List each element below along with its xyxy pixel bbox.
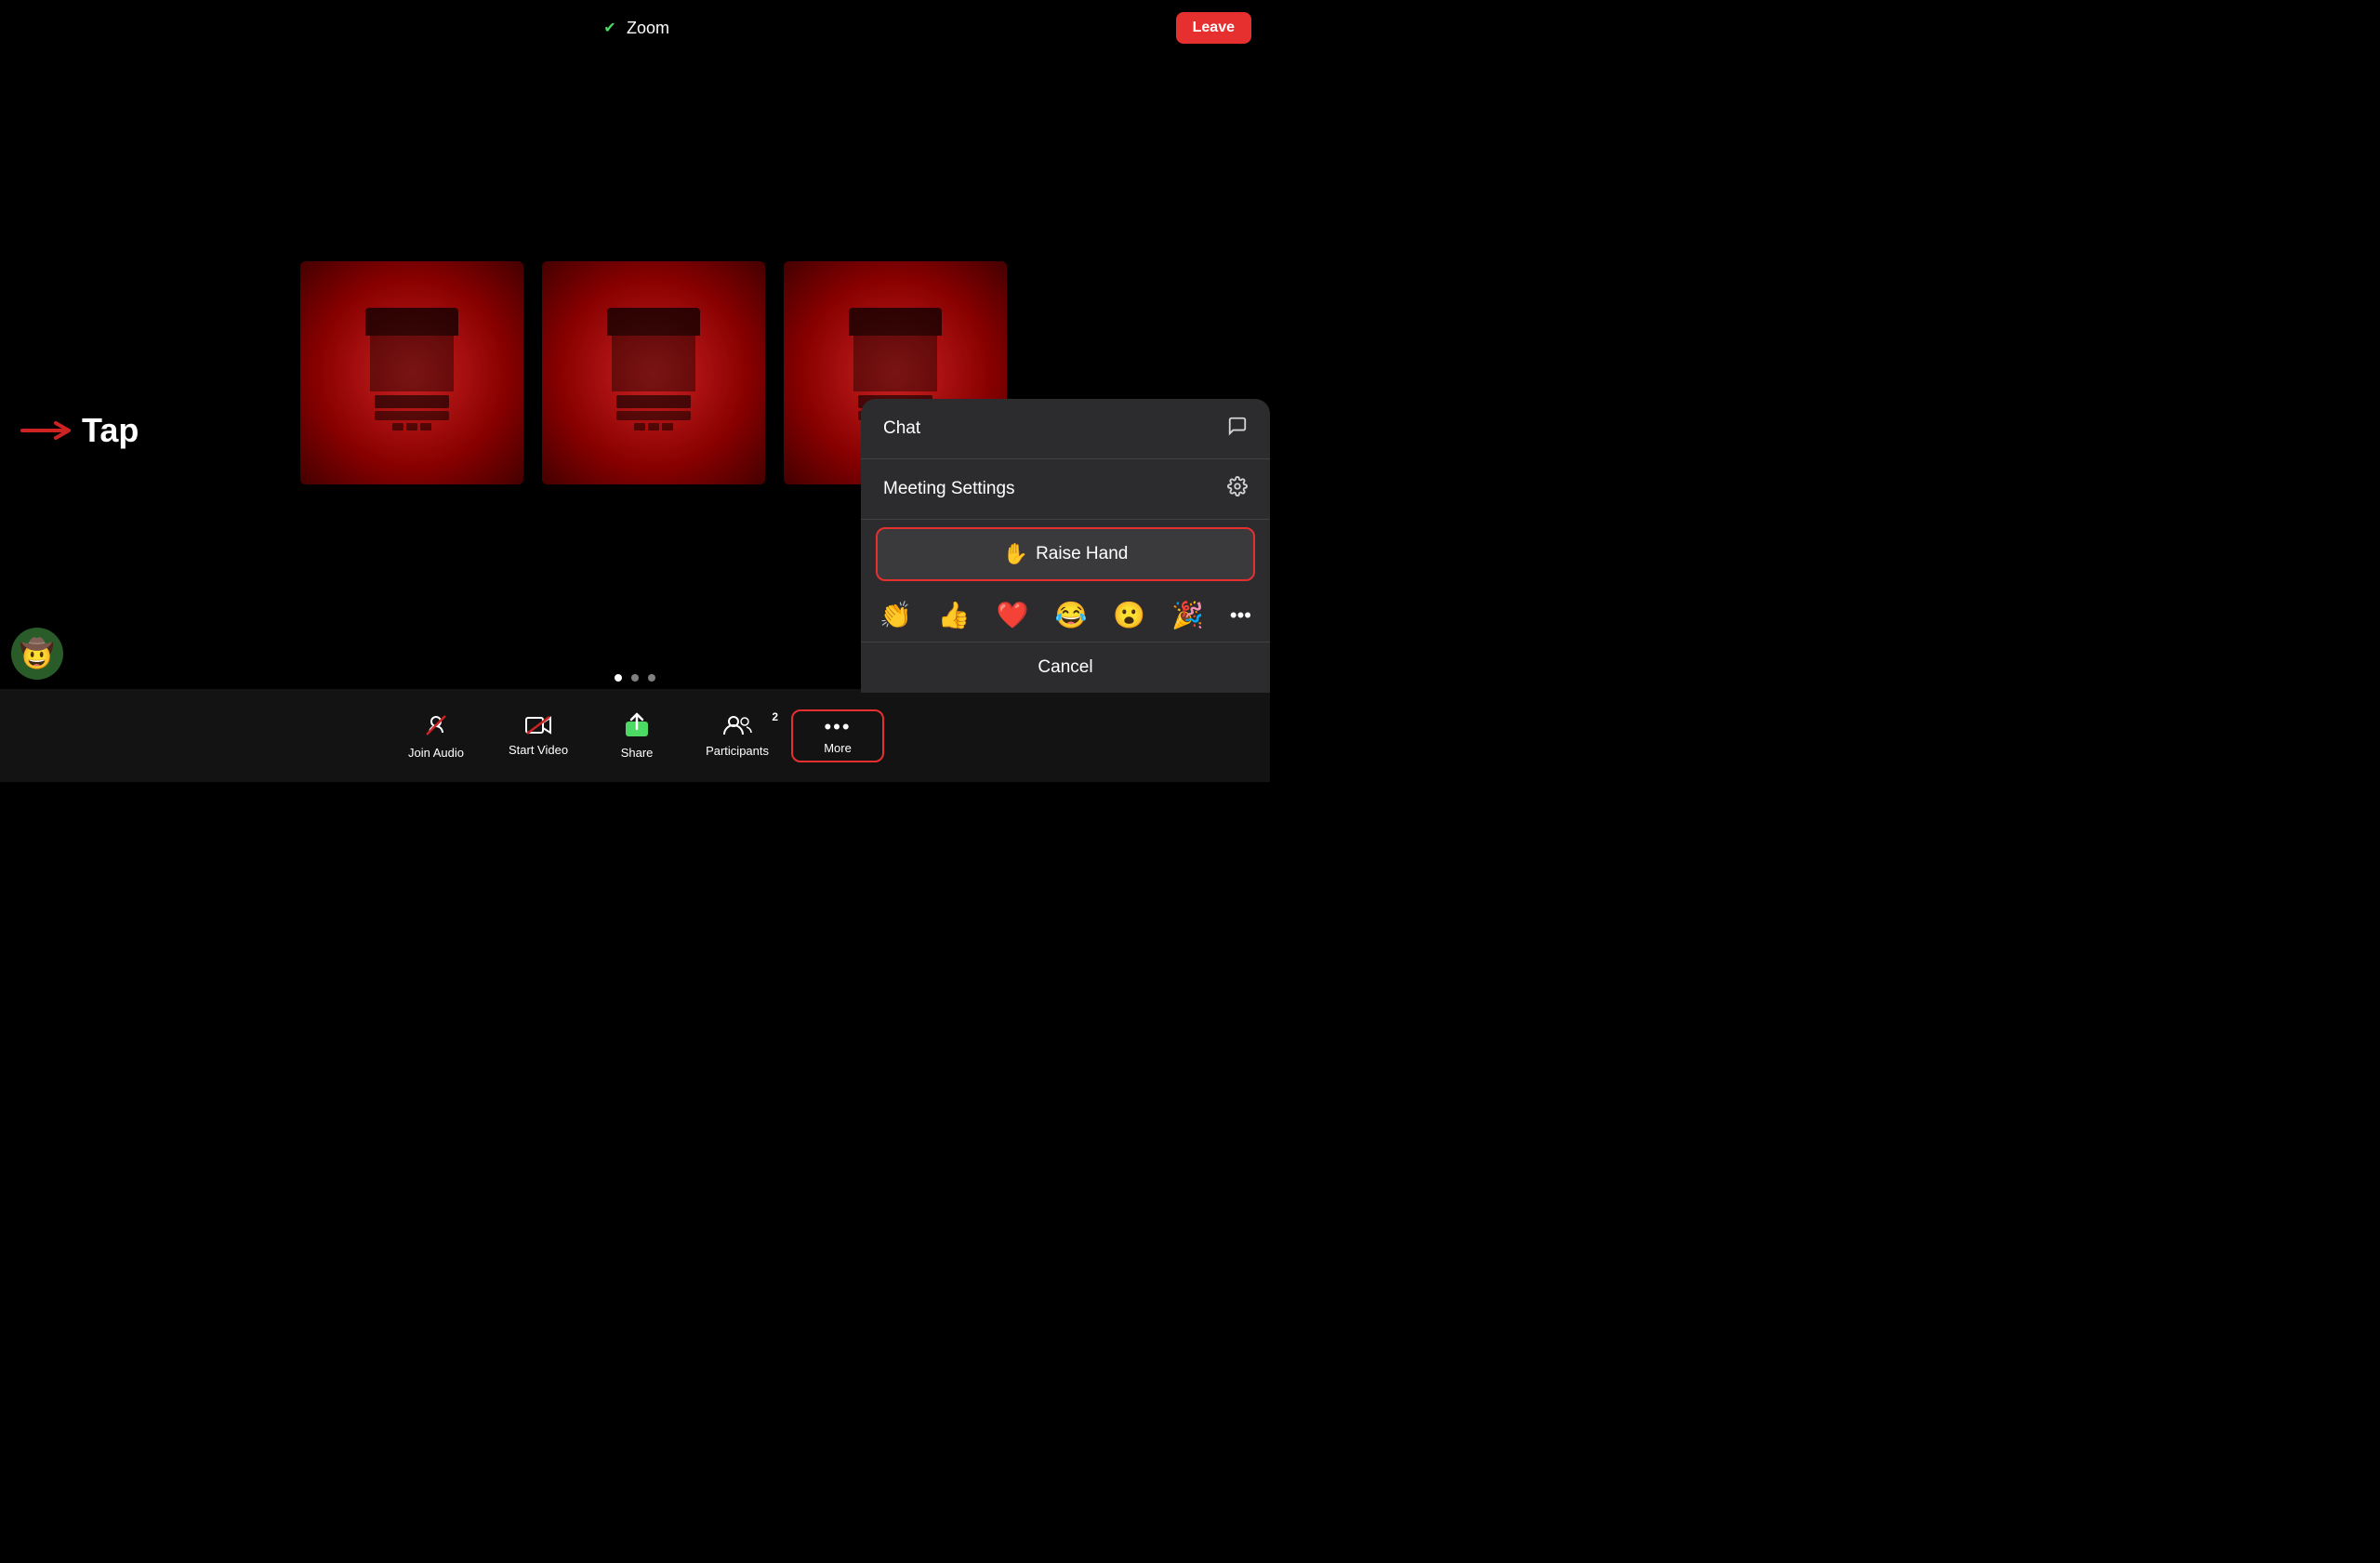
reaction-thumbs-up[interactable]: 👍: [938, 600, 971, 630]
arrow-icon: [19, 419, 74, 442]
join-audio-icon: [423, 712, 449, 742]
participant-avatar-2: [598, 308, 709, 438]
participants-icon: [722, 714, 752, 740]
app-title: Zoom: [627, 19, 669, 38]
reaction-heart[interactable]: ❤️: [997, 600, 1029, 630]
tap-text: Tap: [82, 411, 139, 450]
chat-menu-item[interactable]: Chat: [861, 399, 1270, 459]
start-video-button[interactable]: Start Video: [486, 708, 590, 764]
more-icon: •••: [824, 717, 851, 737]
share-label: Share: [621, 746, 654, 760]
page-dot-1: [615, 674, 622, 682]
more-menu: Chat Meeting Settings ✋ Raise Hand 👏 👍 ❤…: [861, 399, 1270, 693]
join-audio-label: Join Audio: [408, 746, 464, 760]
bottom-toolbar: Join Audio Start Video Share: [0, 689, 1270, 782]
raise-hand-emoji: ✋: [1003, 542, 1028, 566]
more-button[interactable]: ••• More: [791, 709, 884, 762]
share-icon: [624, 712, 650, 742]
reaction-more-button[interactable]: •••: [1230, 603, 1251, 628]
zoom-title: ✔ Zoom: [601, 19, 669, 38]
shield-icon: ✔: [601, 19, 619, 37]
meeting-settings-menu-item[interactable]: Meeting Settings: [861, 459, 1270, 520]
cancel-label: Cancel: [1038, 657, 1092, 678]
leave-button[interactable]: Leave: [1176, 12, 1251, 44]
tap-instruction: Tap: [19, 411, 139, 450]
more-label: More: [824, 741, 852, 755]
user-avatar: 🤠: [11, 628, 63, 680]
reaction-party[interactable]: 🎉: [1171, 600, 1204, 630]
meeting-settings-label: Meeting Settings: [883, 479, 1015, 499]
top-bar: ✔ Zoom Leave: [0, 0, 1270, 56]
settings-icon: [1227, 476, 1248, 502]
start-video-label: Start Video: [509, 743, 568, 757]
reaction-clap[interactable]: 👏: [879, 600, 912, 630]
avatar-emoji: 🤠: [20, 638, 54, 670]
video-tile-1: [300, 261, 523, 484]
chat-label: Chat: [883, 418, 920, 439]
pagination: [615, 674, 655, 682]
page-dot-3: [648, 674, 655, 682]
chat-icon: [1227, 416, 1248, 442]
video-tile-2: [542, 261, 765, 484]
raise-hand-button[interactable]: ✋ Raise Hand: [876, 527, 1255, 581]
reaction-laugh[interactable]: 😂: [1054, 600, 1087, 630]
start-video-icon: [525, 715, 551, 739]
participants-button[interactable]: 2 Participants: [683, 707, 791, 765]
reaction-wow[interactable]: 😮: [1113, 600, 1145, 630]
participants-badge: 2: [772, 710, 778, 723]
participants-label: Participants: [706, 744, 769, 758]
raise-hand-label: Raise Hand: [1036, 544, 1128, 564]
reactions-row: 👏 👍 ❤️ 😂 😮 🎉 •••: [861, 589, 1270, 642]
participant-avatar-1: [356, 308, 468, 438]
join-audio-button[interactable]: Join Audio: [386, 705, 486, 767]
cancel-row[interactable]: Cancel: [861, 642, 1270, 693]
share-button[interactable]: Share: [590, 705, 683, 767]
page-dot-2: [631, 674, 639, 682]
